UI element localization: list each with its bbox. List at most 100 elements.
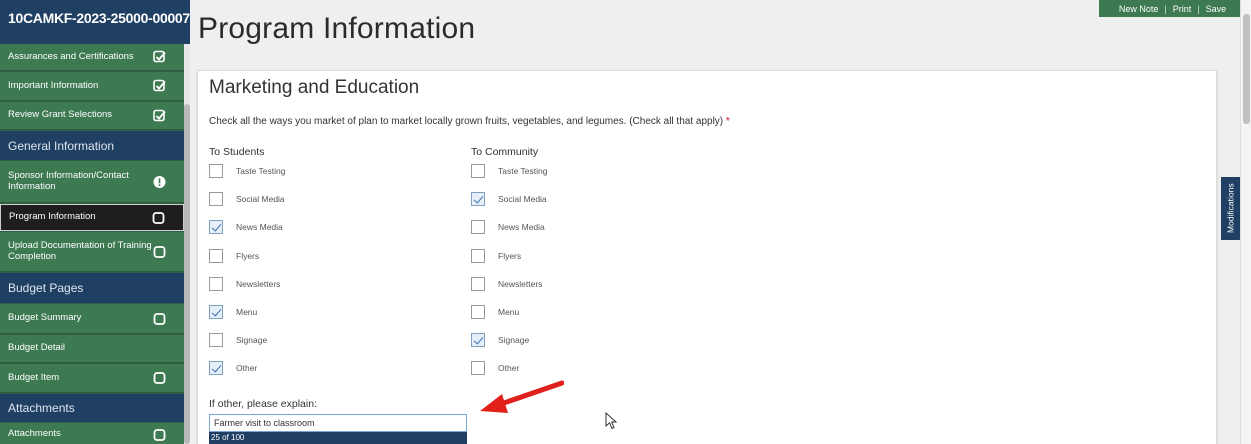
empty-status-icon [153,428,166,441]
checked-status-icon [153,79,166,93]
checkbox-unchecked[interactable] [209,276,223,291]
page-title: Program Information [198,12,476,45]
sidebar-section-budget-pages: Budget Pages [0,273,184,303]
checkbox-unchecked[interactable] [471,276,485,291]
checkbox-unchecked[interactable] [471,248,485,263]
question-text: Check all the ways you market of plan to… [209,116,730,127]
sidebar-item-label: Important Information [8,79,99,91]
save-link[interactable]: Save [1206,4,1227,14]
checkbox-option[interactable]: Flyers [471,248,522,263]
sidebar-item-sponsor-information[interactable]: Sponsor Information/Contact Information [0,161,184,203]
sidebar-item-attachments[interactable]: Attachments [0,423,184,444]
checkbox-label: Newsletters [236,278,281,289]
checkbox-option[interactable]: Other [209,361,258,376]
checkbox-unchecked[interactable] [471,305,485,319]
sidebar-scrollbar-thumb[interactable] [184,104,190,444]
checkbox-label: News Media [498,222,545,233]
checkbox-option[interactable]: Taste Testing [209,164,285,178]
sidebar-item-assurances[interactable]: Assurances and Certifications [0,44,184,71]
checkbox-label: Flyers [236,250,260,261]
checkbox-option[interactable]: Signage [471,333,530,348]
checkbox-unchecked[interactable] [209,248,223,263]
students-heading: To Students [209,146,265,158]
empty-status-icon [153,245,166,258]
checkbox-unchecked[interactable] [471,164,485,178]
new-note-link[interactable]: New Note [1119,4,1159,14]
sidebar-item-label: Budget Summary [8,312,82,324]
checkbox-option[interactable]: News Media [209,220,283,235]
checkbox-label: News Media [236,222,283,233]
checkbox-option[interactable]: News Media [471,220,545,235]
red-arrow-annotation [480,380,564,413]
sidebar-item-label: Budget Detail [8,342,66,354]
checkbox-unchecked[interactable] [471,361,485,376]
community-heading: To Community [471,146,539,158]
checkbox-unchecked[interactable] [209,333,223,348]
application-id: 10CAMKF-2023-25000-00007 [0,0,190,44]
checkbox-option[interactable]: Social Media [471,192,547,207]
sidebar-item-budget-detail[interactable]: Budget Detail [0,335,184,363]
checkbox-option[interactable]: Menu [209,305,257,319]
checkbox-unchecked[interactable] [471,220,485,235]
checkbox-option[interactable]: Signage [209,333,268,348]
sidebar-item-label: Sponsor Information/Contact Information [8,169,129,192]
checkbox-checked[interactable] [471,192,485,207]
checkbox-label: Social Media [236,194,285,205]
modifications-tab[interactable]: Modifications [1221,177,1240,240]
checkbox-label: Other [236,363,258,374]
checkbox-checked[interactable] [209,305,223,319]
sidebar-section-attachments: Attachments [0,394,184,422]
checkbox-unchecked[interactable] [209,164,223,178]
sidebar: 10CAMKF-2023-25000-00007 Assurances and … [0,0,190,444]
page-scrollbar[interactable] [1240,0,1251,444]
checkbox-label: Menu [498,307,520,317]
empty-status-icon [153,372,166,385]
empty-status-icon [153,312,166,325]
checkbox-option[interactable]: Newsletters [209,276,281,291]
checkbox-checked[interactable] [209,220,223,235]
explain-label: If other, please explain: [209,398,317,410]
checkbox-checked[interactable] [471,333,485,348]
checkbox-label: Signage [236,335,268,346]
checkbox-option[interactable]: Other [471,361,520,376]
sidebar-item-budget-item[interactable]: Budget Item [0,364,184,393]
sidebar-item-program-information[interactable]: Program Information [0,204,184,231]
sidebar-item-review-grant-selections[interactable]: Review Grant Selections [0,102,184,130]
checkbox-label: Signage [498,335,530,346]
question-label: Check all the ways you market of plan to… [209,116,724,127]
checkbox-option[interactable]: Social Media [209,192,285,207]
checkbox-unchecked[interactable] [209,192,223,207]
page-scrollbar-thumb[interactable] [1243,14,1250,124]
toolbar: New Note | Print | Save [1099,0,1246,17]
sidebar-item-label: Assurances and Certifications [8,50,134,62]
toolbar-separator: | [1164,3,1167,14]
character-counter: 25 of 100 [209,432,467,444]
checkbox-option[interactable]: Flyers [209,248,260,263]
checkbox-label: Taste Testing [236,166,286,176]
checkbox-label: Taste Testing [498,166,548,176]
checkbox-label: Menu [236,307,258,317]
sidebar-item-important-information[interactable]: Important Information [0,72,184,101]
sidebar-item-label: Review Grant Selections [8,109,113,121]
sidebar-scrollbar[interactable] [184,44,190,444]
checkbox-label: Newsletters [498,278,543,289]
explain-input[interactable] [209,414,467,432]
sidebar-item-upload-documentation[interactable]: Upload Documentation of Training Complet… [0,232,184,272]
sidebar-item-label: Attachments [8,428,61,440]
checkbox-label: Other [498,363,520,374]
sidebar-section-general-information: General Information [0,131,184,160]
sidebar-item-budget-summary[interactable]: Budget Summary [0,304,184,334]
checkbox-checked[interactable] [209,361,223,376]
sidebar-item-label: Upload Documentation of Training Complet… [8,239,152,262]
required-marker: * [725,116,730,127]
checkbox-label: Flyers [498,250,522,261]
checked-status-icon [153,50,166,64]
checkbox-option[interactable]: Taste Testing [471,164,547,178]
marketing-education-card: Marketing and Education Check all the wa… [197,70,1217,444]
sidebar-item-label: Program Information [9,211,96,223]
print-link[interactable]: Print [1173,4,1192,14]
checked-status-icon [153,109,166,122]
empty-status-icon [152,211,165,224]
checkbox-option[interactable]: Menu [471,305,519,319]
checkbox-option[interactable]: Newsletters [471,276,543,291]
